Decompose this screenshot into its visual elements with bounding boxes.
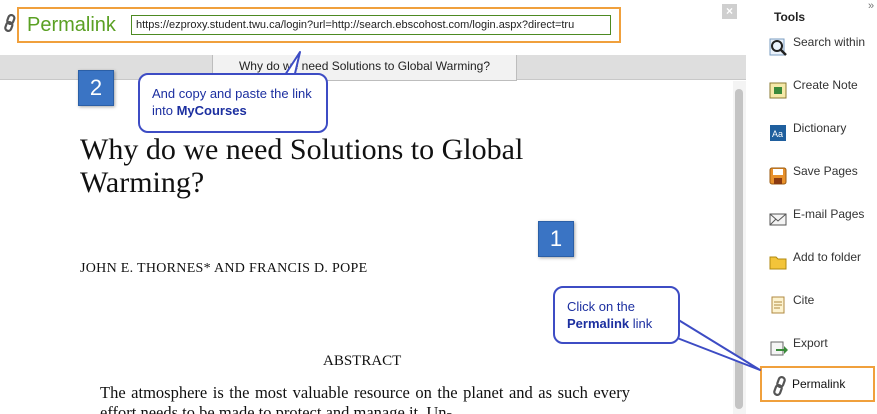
save-icon [769, 167, 787, 185]
tool-search-within[interactable]: Search within [766, 34, 876, 60]
tools-panel: Tools » Search within Create Note Aa Dic… [750, 0, 877, 414]
tool-export[interactable]: Export [766, 335, 876, 361]
tool-email-pages[interactable]: E-mail Pages [766, 206, 876, 232]
tool-create-note[interactable]: Create Note [766, 77, 876, 103]
close-button[interactable]: × [722, 4, 737, 19]
cite-icon [771, 296, 785, 314]
callout-emphasis: MyCourses [176, 103, 247, 118]
step-2-callout: And copy and paste the link into MyCours… [138, 73, 328, 133]
chain-link-icon [4, 14, 16, 32]
article-title: Why do we need Solutions to Global Warmi… [80, 133, 524, 199]
step-1-callout: Click on the Permalink link [553, 286, 680, 344]
tools-title: Tools [774, 10, 806, 24]
tool-label: Permalink [792, 377, 846, 391]
tool-label: Export [793, 336, 828, 350]
tool-dictionary[interactable]: Aa Dictionary [766, 120, 876, 146]
svg-text:Aa: Aa [772, 129, 783, 139]
search-within-icon [769, 38, 787, 56]
tool-save-pages[interactable]: Save Pages [766, 163, 876, 189]
expand-panel-icon[interactable]: » [868, 0, 874, 12]
tool-permalink[interactable]: Permalink [760, 366, 875, 402]
document-scrollbar[interactable] [733, 81, 746, 414]
tool-label: Cite [793, 293, 815, 307]
tool-add-to-folder[interactable]: Add to folder [766, 249, 876, 275]
abstract-heading: ABSTRACT [323, 353, 402, 369]
folder-icon [769, 256, 787, 270]
create-note-icon [769, 82, 787, 99]
dictionary-icon: Aa [770, 125, 786, 141]
permalink-icon [773, 376, 786, 396]
tool-label: Save Pages [793, 164, 858, 178]
permalink-url-field[interactable]: https://ezproxy.student.twu.ca/login?url… [131, 15, 611, 35]
article-authors: JOHN E. THORNES* AND FRANCIS D. POPE [80, 261, 368, 276]
tool-label: Dictionary [793, 121, 847, 135]
permalink-label: Permalink [27, 14, 116, 36]
callout-emphasis: Permalink [567, 316, 630, 331]
callout-text: Click on the [567, 299, 635, 314]
permalink-bar: Permalink https://ezproxy.student.twu.ca… [0, 0, 746, 48]
document-viewer: Why do we need Solutions to Global Warmi… [0, 55, 746, 414]
tool-label: Create Note [793, 78, 858, 92]
tool-label: Search within [793, 35, 866, 49]
tool-cite[interactable]: Cite [766, 292, 876, 318]
callout-text: link [632, 316, 653, 331]
email-icon [769, 213, 787, 226]
permalink-box: Permalink https://ezproxy.student.twu.ca… [17, 7, 621, 43]
export-icon [770, 341, 788, 356]
scrollbar-thumb[interactable] [735, 89, 743, 409]
step-2-badge: 2 [78, 70, 114, 106]
step-1-badge: 1 [538, 221, 574, 257]
tool-label: Add to folder [793, 250, 862, 264]
document-page: Why do we need Solutions to Global Warmi… [0, 81, 733, 414]
abstract-text: The atmosphere is the most valuable reso… [100, 383, 630, 414]
tool-label: E-mail Pages [793, 207, 865, 221]
